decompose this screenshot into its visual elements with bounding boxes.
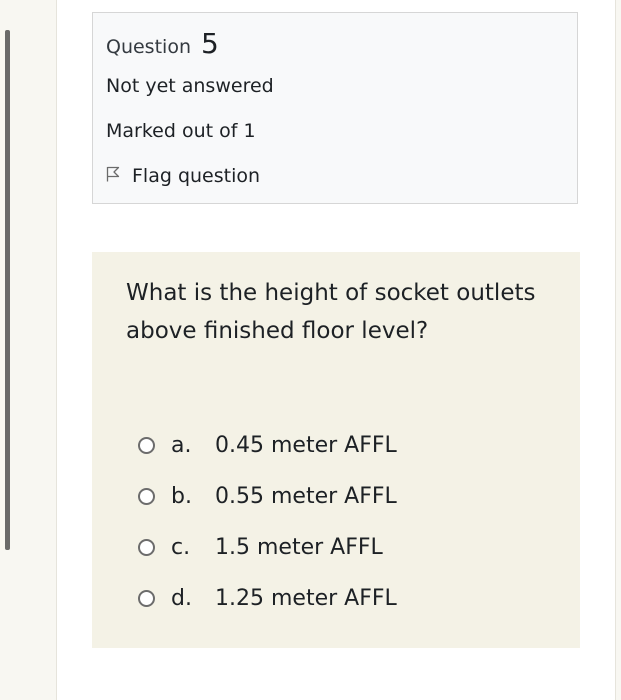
answer-letter: d. <box>171 586 192 611</box>
question-content: What is the height of socket outlets abo… <box>92 252 580 648</box>
answer-option-a[interactable]: a. 0.45 meter AFFL <box>138 420 397 471</box>
flag-icon <box>106 165 132 187</box>
answer-text: 1.5 meter AFFL <box>215 535 383 560</box>
question-grade: Marked out of 1 <box>106 120 256 142</box>
question-heading: Question 5 <box>106 27 219 60</box>
answer-option-d[interactable]: d. 1.25 meter AFFL <box>138 573 397 624</box>
answer-option-c[interactable]: c. 1.5 meter AFFL <box>138 522 397 573</box>
question-number: 5 <box>201 27 219 60</box>
answer-letter: c. <box>171 535 191 560</box>
quiz-page: Question 5 Not yet answered Marked out o… <box>56 0 616 700</box>
question-info-panel: Question 5 Not yet answered Marked out o… <box>92 12 578 204</box>
answer-text: 1.25 meter AFFL <box>215 586 397 611</box>
radio-button[interactable] <box>138 437 155 454</box>
question-state: Not yet answered <box>106 75 274 97</box>
answer-option-b[interactable]: b. 0.55 meter AFFL <box>138 471 397 522</box>
radio-button[interactable] <box>138 590 155 607</box>
answer-text: 0.45 meter AFFL <box>215 433 397 458</box>
flag-question-link[interactable]: Flag question <box>106 165 260 187</box>
radio-button[interactable] <box>138 539 155 556</box>
scroll-indicator[interactable] <box>5 30 10 550</box>
flag-question-label: Flag question <box>132 165 261 187</box>
answer-options: a. 0.45 meter AFFL b. 0.55 meter AFFL c.… <box>138 420 397 624</box>
question-label: Question <box>106 36 191 58</box>
question-text: What is the height of socket outlets abo… <box>126 280 536 344</box>
radio-button[interactable] <box>138 488 155 505</box>
answer-letter: a. <box>171 433 192 458</box>
answer-letter: b. <box>171 484 192 509</box>
answer-text: 0.55 meter AFFL <box>215 484 397 509</box>
